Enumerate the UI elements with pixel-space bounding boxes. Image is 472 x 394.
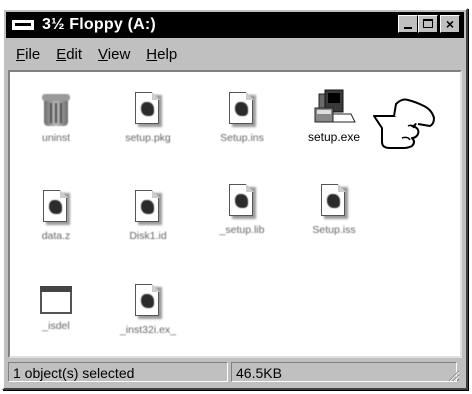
file-item[interactable]: Setup.ins (200, 92, 284, 144)
menu-file[interactable]: File (8, 46, 48, 63)
file-item[interactable]: Disk1.id (106, 190, 190, 242)
floppy-drive-icon (12, 18, 36, 32)
file-item[interactable]: _inst32i.ex_ (106, 284, 190, 336)
file-name: Setup.iss (312, 224, 356, 236)
menu-edit[interactable]: Edit (48, 46, 90, 63)
file-name: _isdel (42, 320, 70, 332)
document-icon (227, 184, 257, 220)
file-item[interactable]: setup.pkg (106, 92, 190, 144)
menu-view[interactable]: View (90, 46, 138, 63)
close-button[interactable]: × (440, 15, 460, 33)
title-bar[interactable]: 3½ Floppy (A:) × (6, 12, 464, 38)
maximize-icon (423, 19, 433, 28)
maximize-button[interactable] (418, 15, 438, 33)
file-name: Disk1.id (129, 230, 167, 242)
file-name: setup.pkg (125, 132, 171, 144)
menu-bar: File Edit View Help (8, 42, 462, 66)
file-item[interactable]: _setup.lib (200, 184, 284, 236)
document-icon (133, 190, 163, 226)
menu-help[interactable]: Help (138, 46, 185, 63)
file-name: _setup.lib (219, 224, 265, 236)
status-selection: 1 object(s) selected (8, 362, 228, 382)
file-item[interactable]: data.z (14, 190, 98, 242)
minimize-icon (404, 27, 412, 29)
document-icon (227, 92, 257, 128)
file-name: uninst (41, 132, 71, 144)
recycle-bin-icon (41, 92, 71, 128)
document-icon (319, 184, 349, 220)
window-title: 3½ Floppy (A:) (42, 16, 156, 33)
file-item[interactable]: Setup.iss (292, 184, 376, 236)
file-name: Setup.ins (220, 132, 264, 144)
file-name: setup.exe (307, 130, 361, 144)
minimize-button[interactable] (398, 15, 418, 33)
file-item-selected[interactable]: setup.exe (292, 86, 376, 144)
status-size: 46.5KB (231, 362, 457, 382)
explorer-window: 3½ Floppy (A:) × File Edit View Help uni… (2, 8, 468, 390)
file-list-view[interactable]: uninst setup.pkg Setup.ins setup.exe dat… (8, 70, 462, 358)
file-name: _inst32i.ex_ (119, 324, 177, 336)
installer-icon (311, 86, 357, 126)
file-item[interactable]: uninst (14, 92, 98, 144)
status-bar: 1 object(s) selected 46.5KB (8, 362, 462, 384)
document-icon (133, 92, 163, 128)
document-icon (133, 284, 163, 320)
document-icon (41, 190, 71, 226)
resize-grip-icon[interactable] (446, 368, 460, 382)
window-app-icon (40, 284, 72, 316)
close-icon: × (445, 16, 455, 32)
hand-pointer-icon (373, 98, 435, 149)
file-item[interactable]: _isdel (14, 284, 98, 332)
file-name: data.z (41, 230, 71, 242)
